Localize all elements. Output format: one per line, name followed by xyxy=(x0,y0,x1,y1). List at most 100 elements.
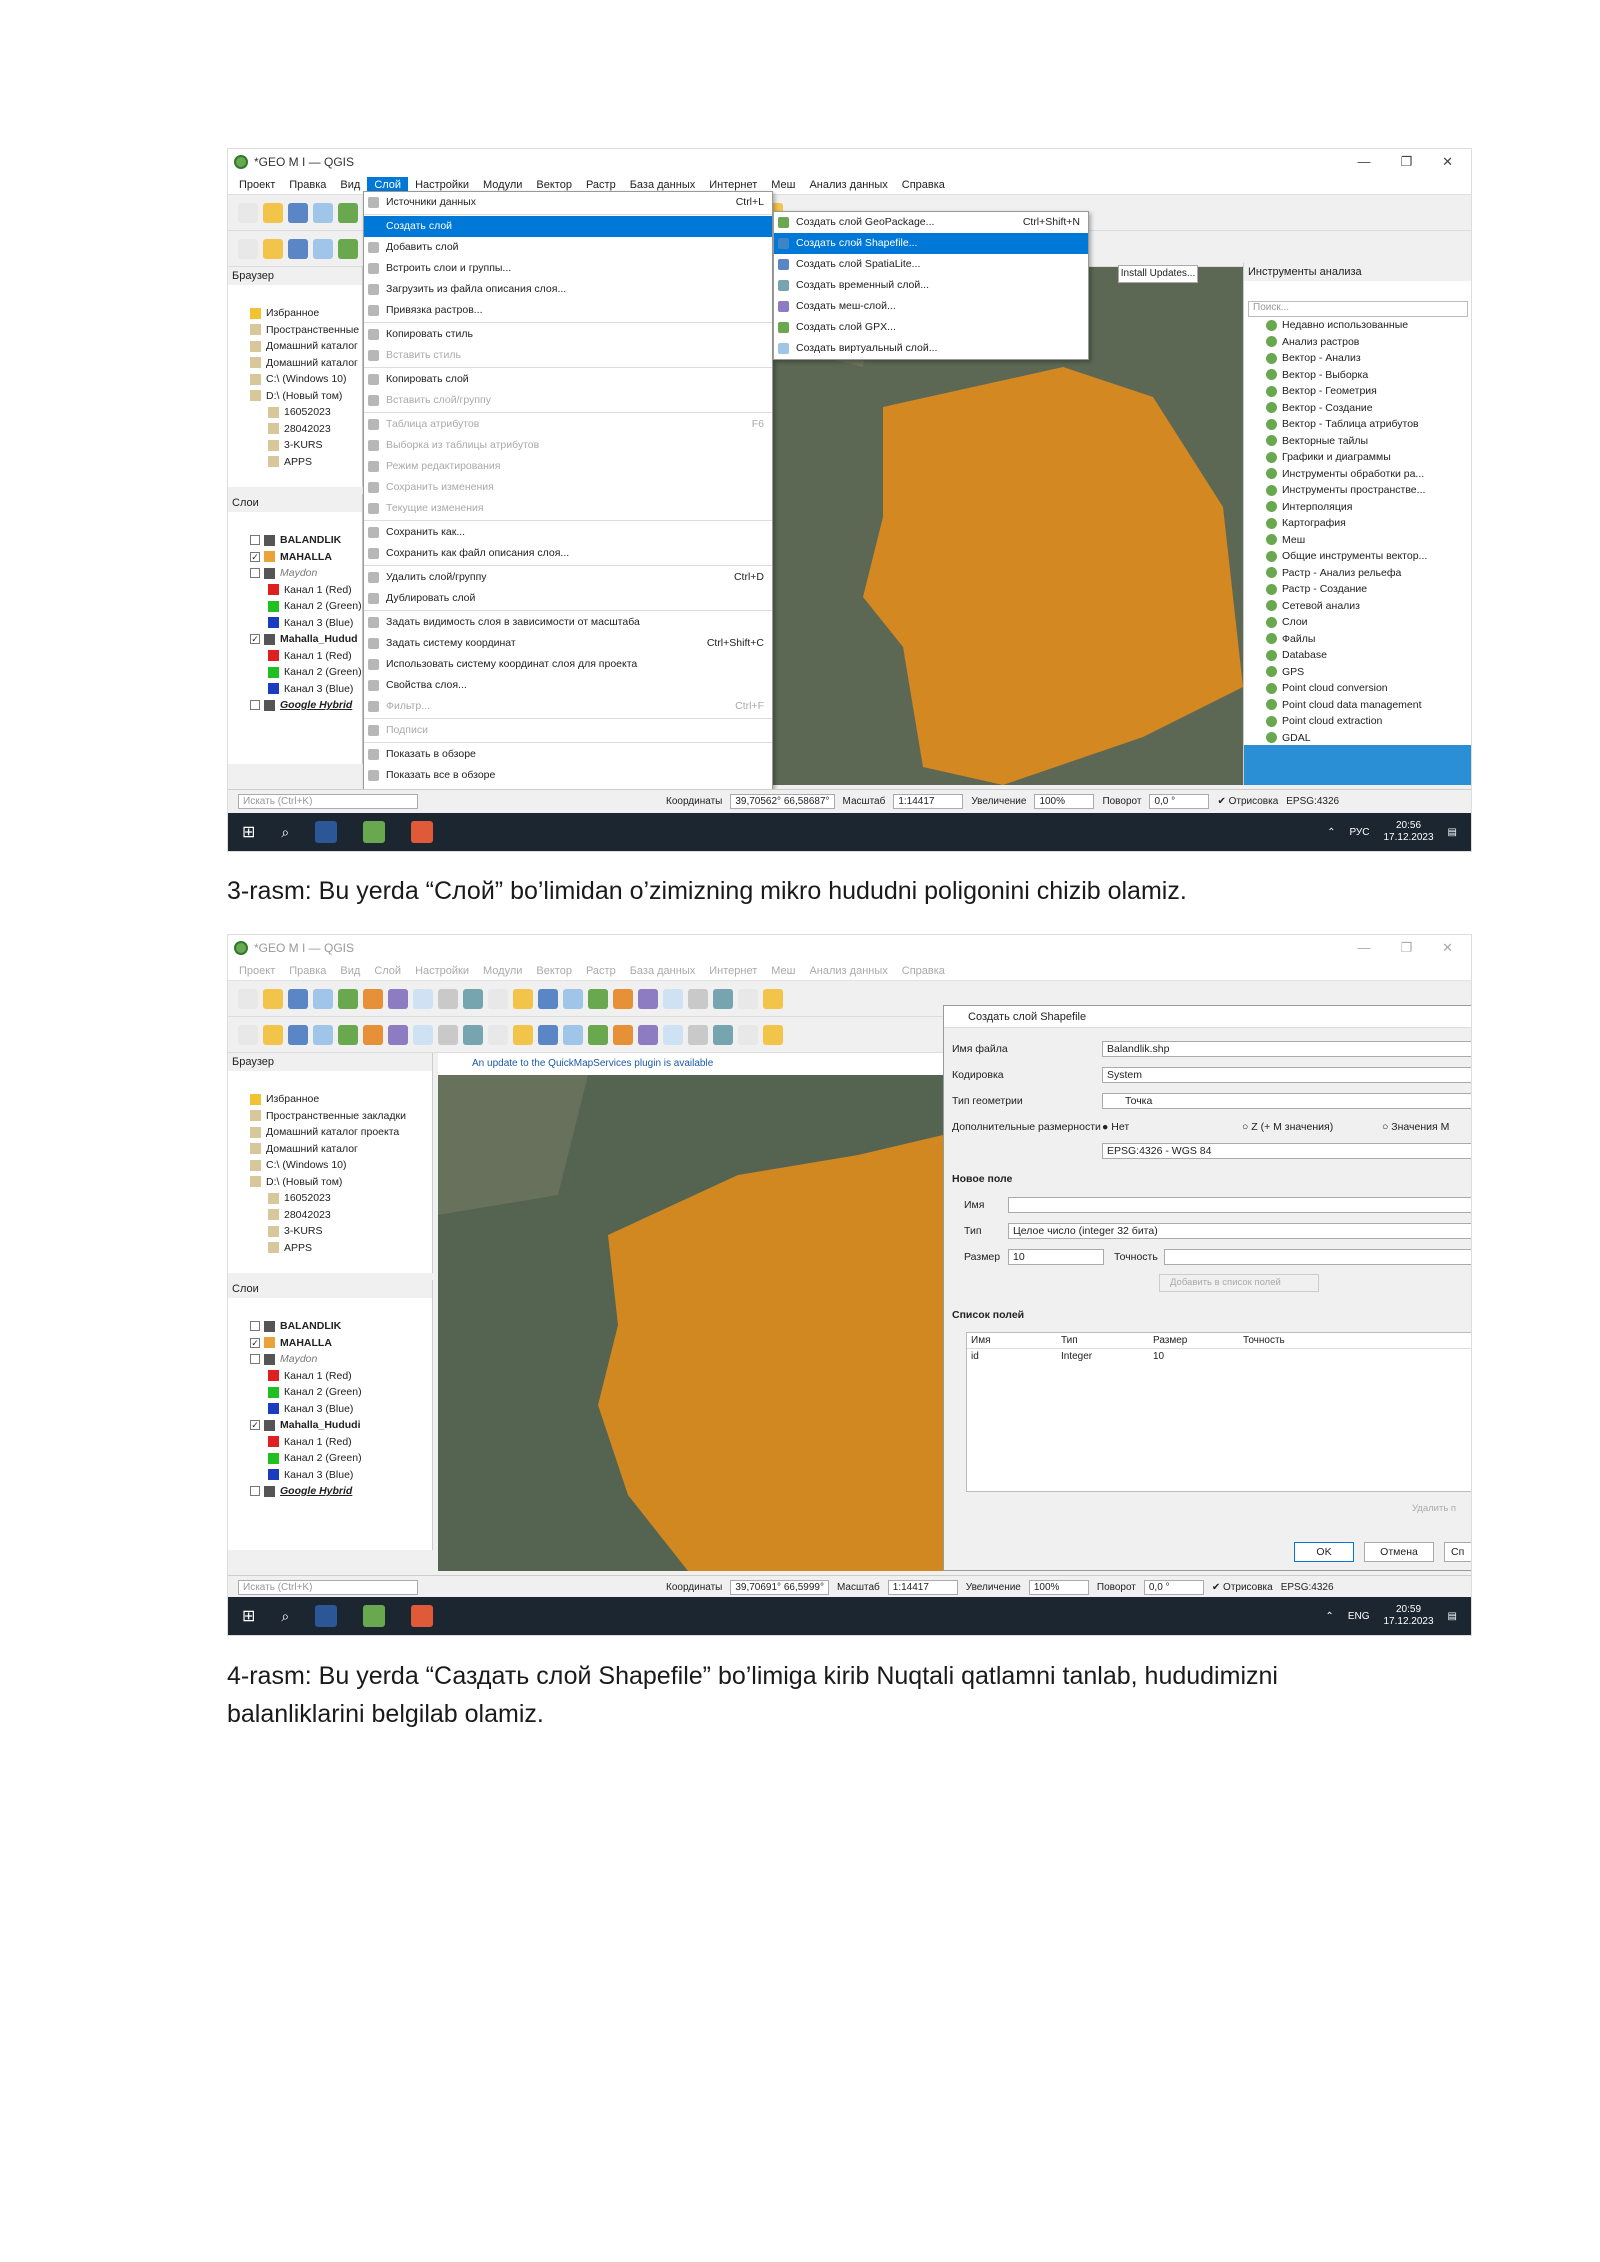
band-item[interactable]: Канал 3 (Blue) xyxy=(228,1467,432,1484)
layer-menu-item[interactable]: Вставить слой/группу xyxy=(364,390,772,411)
layer-menu-item[interactable]: Сохранить как файл описания слоя... xyxy=(364,543,772,564)
toolbox-group[interactable]: Вектор - Выборка xyxy=(1244,367,1471,384)
toolbar-tool-icon[interactable] xyxy=(388,1024,408,1045)
browser-item[interactable]: 3-KURS xyxy=(228,1223,432,1240)
toolbar-tool-icon[interactable] xyxy=(263,1024,283,1045)
layer-menu-item[interactable]: Задать видимость слоя в зависимости от м… xyxy=(364,612,772,633)
zoom-value[interactable]: 100% xyxy=(1028,1580,1089,1595)
toolbar-tool-icon[interactable] xyxy=(413,988,433,1009)
toolbar-tool-icon[interactable] xyxy=(613,988,633,1009)
qgis-taskbar-icon[interactable] xyxy=(363,1605,386,1627)
layer-item[interactable]: ✓ MAHALLA xyxy=(228,1335,432,1352)
layer-menu-item[interactable]: Сохранить изменения xyxy=(364,477,772,498)
geometry-type-select[interactable]: Точка xyxy=(1102,1093,1471,1109)
toolbox-group[interactable]: Инструменты пространстве... xyxy=(1244,482,1471,499)
toolbar-tool-icon[interactable] xyxy=(488,988,508,1009)
create-submenu-item[interactable]: Создать виртуальный слой... xyxy=(774,338,1088,359)
windows-start-icon[interactable]: ⊞ xyxy=(242,1606,255,1626)
toolbox-group[interactable]: Вектор - Создание xyxy=(1244,400,1471,417)
layer-visibility-checkbox[interactable]: ✓ xyxy=(250,634,260,645)
create-submenu-item[interactable]: Создать слой GPX... xyxy=(774,317,1088,338)
toolbar-tool-icon[interactable] xyxy=(288,202,308,223)
toolbar-tool-icon[interactable] xyxy=(688,1024,708,1045)
browser-item[interactable]: Пространственные закладки xyxy=(228,1108,432,1125)
browser-item[interactable]: C:\ (Windows 10) xyxy=(228,371,362,388)
fields-column-header[interactable]: Тип xyxy=(1057,1333,1149,1348)
menu-11[interactable]: Анализ данных xyxy=(802,963,894,979)
menu-5[interactable]: Модули xyxy=(476,963,529,979)
band-item[interactable]: Канал 3 (Blue) xyxy=(228,615,362,632)
toolbar-tool-icon[interactable] xyxy=(713,988,733,1009)
layer-menu-item[interactable]: Привязка растров... xyxy=(364,300,772,321)
windows-start-icon[interactable]: ⊞ xyxy=(242,822,255,842)
layer-visibility-checkbox[interactable] xyxy=(250,700,260,711)
browser-item[interactable]: D:\ (Новый том) xyxy=(228,388,362,405)
browser-item[interactable]: C:\ (Windows 10) xyxy=(228,1157,432,1174)
menu-8[interactable]: База данных xyxy=(623,963,703,979)
toolbar-tool-icon[interactable] xyxy=(538,988,558,1009)
layer-item[interactable]: ✓ MAHALLA xyxy=(228,549,362,566)
browser-item[interactable]: Домашний каталог xyxy=(228,355,362,372)
telegram-icon[interactable] xyxy=(411,821,434,843)
browser-item[interactable]: Избранное xyxy=(228,1091,432,1108)
toolbar-tool-icon[interactable] xyxy=(313,238,333,259)
toolbar-tool-icon[interactable] xyxy=(263,988,283,1009)
toolbox-group[interactable]: Графики и диаграммы xyxy=(1244,449,1471,466)
layer-item[interactable]: Maydon xyxy=(228,565,362,582)
menu-4[interactable]: Настройки xyxy=(408,963,476,979)
toolbox-group[interactable]: Недавно использованные xyxy=(1244,317,1471,334)
layer-visibility-checkbox[interactable] xyxy=(250,568,260,579)
map-canvas[interactable] xyxy=(438,1075,943,1571)
toolbar-tool-icon[interactable] xyxy=(313,202,333,223)
layer-visibility-checkbox[interactable]: ✓ xyxy=(250,1337,260,1348)
field-precision-input[interactable] xyxy=(1164,1249,1471,1265)
toolbar-tool-icon[interactable] xyxy=(263,238,283,259)
toolbar-tool-icon[interactable] xyxy=(663,1024,683,1045)
layer-menu-item[interactable]: Дублировать слой xyxy=(364,588,772,609)
toolbar-tool-icon[interactable] xyxy=(713,1024,733,1045)
toolbar-tool-icon[interactable] xyxy=(363,988,383,1009)
layer-menu-item[interactable]: Встроить слои и группы... xyxy=(364,258,772,279)
band-item[interactable]: Канал 1 (Red) xyxy=(228,1434,432,1451)
layer-visibility-checkbox[interactable] xyxy=(250,1486,260,1497)
locator-search[interactable]: Искать (Ctrl+K) xyxy=(238,794,418,809)
file-name-input[interactable]: Balandlik.shp xyxy=(1102,1041,1471,1057)
layer-menu-item[interactable]: Удалить слой/группу Ctrl+D xyxy=(364,567,772,588)
ok-button[interactable]: OK xyxy=(1294,1542,1354,1562)
close-icon[interactable]: ✕ xyxy=(1442,154,1453,170)
band-item[interactable]: Канал 3 (Blue) xyxy=(228,1401,432,1418)
telegram-icon[interactable] xyxy=(411,1605,434,1627)
toolbar-tool-icon[interactable] xyxy=(638,1024,658,1045)
toolbar-tool-icon[interactable] xyxy=(738,988,758,1009)
layer-menu-item[interactable]: Копировать слой xyxy=(364,369,772,390)
browser-item[interactable]: Домашний каталог проекта xyxy=(228,1124,432,1141)
dims-m-radio[interactable]: ○ Значения M xyxy=(1382,1121,1449,1133)
toolbox-group[interactable]: Point cloud data management xyxy=(1244,697,1471,714)
layer-item[interactable]: ✓ Mahalla_Hududi xyxy=(228,1417,432,1434)
band-item[interactable]: Канал 1 (Red) xyxy=(228,582,362,599)
clock[interactable]: 20:59 17.12.2023 xyxy=(1383,1604,1433,1628)
toolbox-group[interactable]: Вектор - Анализ xyxy=(1244,350,1471,367)
toolbar-tool-icon[interactable] xyxy=(288,238,308,259)
toolbox-group[interactable]: Сетевой анализ xyxy=(1244,598,1471,615)
toolbar-tool-icon[interactable] xyxy=(238,202,258,223)
band-item[interactable]: Канал 2 (Green) xyxy=(228,664,362,681)
toolbox-group[interactable]: Point cloud conversion xyxy=(1244,680,1471,697)
add-field-button[interactable]: Добавить в список полей xyxy=(1159,1274,1319,1292)
render-checkbox[interactable]: ✔ Отрисовка xyxy=(1212,1582,1273,1593)
layer-menu-item[interactable]: Таблица атрибутов F6 xyxy=(364,414,772,435)
delete-field-button[interactable]: Удалить п xyxy=(1412,1500,1471,1518)
help-button[interactable]: Сп xyxy=(1444,1542,1471,1562)
qgis-taskbar-icon[interactable] xyxy=(363,821,386,843)
toolbar-tool-icon[interactable] xyxy=(288,1024,308,1045)
toolbar-tool-icon[interactable] xyxy=(613,1024,633,1045)
coordinate-value[interactable]: 39,70691° 66,5999° xyxy=(730,1580,829,1595)
layer-item[interactable]: BALANDLIK xyxy=(228,532,362,549)
fields-column-header[interactable]: Точность xyxy=(1239,1333,1339,1348)
toolbar-tool-icon[interactable] xyxy=(513,988,533,1009)
toolbar-tool-icon[interactable] xyxy=(313,988,333,1009)
layer-menu-item[interactable]: Вставить стиль xyxy=(364,345,772,366)
crs-button[interactable]: EPSG:4326 xyxy=(1286,796,1339,807)
layer-menu-item[interactable]: Показать в обзоре xyxy=(364,744,772,765)
toolbox-group[interactable]: Анализ растров xyxy=(1244,334,1471,351)
